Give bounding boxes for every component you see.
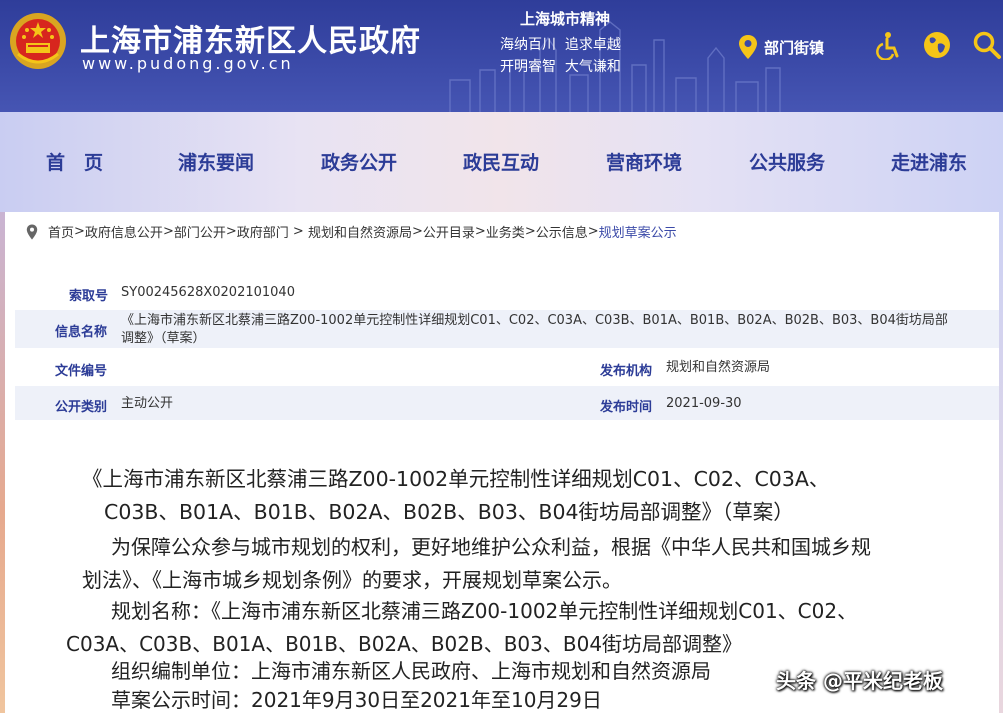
breadcrumb-separator: > bbox=[587, 224, 599, 239]
spirit-line-1: 海纳百川 追求卓越 bbox=[500, 37, 621, 53]
document-number-label: 文件编号 bbox=[55, 364, 108, 379]
article-title: 《上海市浦东新区北蔡浦三路Z00-1002单元控制性详细规划C01、C02、C0… bbox=[82, 463, 942, 529]
breadcrumb-business-type[interactable]: 业务类 bbox=[486, 222, 525, 241]
disclosure-category-value: 主动公开 bbox=[121, 396, 174, 411]
nav-item-public-service[interactable]: 公共服务 bbox=[749, 148, 825, 175]
article-title-line-2: C03B、B01A、B01B、B02A、B02B、B03、B04街坊局部调整》（… bbox=[104, 500, 794, 524]
breadcrumb-separator: > bbox=[524, 224, 536, 239]
article-title-line-1: 《上海市浦东新区北蔡浦三路Z00-1002单元控制性详细规划C01、C02、C0… bbox=[82, 467, 830, 491]
nav-item-business-env[interactable]: 营商环境 bbox=[606, 148, 682, 175]
right-decoration bbox=[999, 212, 1003, 713]
breadcrumb-dept-disclosure[interactable]: 部门公开 bbox=[174, 222, 226, 241]
breadcrumb-notice-info[interactable]: 公示信息 bbox=[536, 222, 588, 241]
city-spirit-slogan: 上海城市精神 海纳百川 追求卓越 开明睿智 大气谦和 bbox=[500, 8, 630, 78]
nav-item-interaction[interactable]: 政民互动 bbox=[463, 148, 539, 175]
breadcrumb-separator: > bbox=[225, 224, 237, 239]
index-number-value: SY00245628X0202101040 bbox=[121, 285, 295, 300]
meta-row-docno: 文件编号 发布机构 规划和自然资源局 bbox=[15, 350, 999, 386]
spirit-line-2: 开明睿智 大气谦和 bbox=[500, 59, 621, 75]
publisher-label: 发布机构 bbox=[600, 364, 653, 379]
info-name-value: 《上海市浦东新区北蔡浦三路Z00-1002单元控制性详细规划C01、C02、C0… bbox=[121, 312, 997, 348]
publish-date-label: 发布时间 bbox=[600, 400, 653, 415]
department-street-label: 部门街镇 bbox=[764, 38, 825, 57]
left-decoration bbox=[0, 212, 5, 713]
watermark-text: 头条 @平米纪老板 bbox=[776, 669, 943, 693]
globe-icon[interactable] bbox=[922, 30, 952, 60]
paragraph-purpose: 为保障公众参与城市规划的权利，更好地维护公众利益，根据《中华人民共和国城乡规 划… bbox=[82, 531, 971, 597]
breadcrumb-home[interactable]: 首页 bbox=[48, 222, 74, 241]
breadcrumb-separator: > bbox=[74, 224, 85, 239]
meta-row-index: 索取号 SY00245628X0202101040 bbox=[15, 276, 999, 310]
site-header: 上海市浦东新区人民政府 www.pudong.gov.cn 上海城市精神 海纳百… bbox=[0, 0, 1003, 112]
breadcrumb: 首页 > 政府信息公开 > 部门公开 > 政府部门 > 规划和自然资源局 > 公… bbox=[26, 222, 677, 241]
spirit-title: 上海城市精神 bbox=[519, 10, 610, 28]
meta-row-name: 信息名称 《上海市浦东新区北蔡浦三路Z00-1002单元控制性详细规划C01、C… bbox=[15, 310, 999, 350]
nav-item-government-affairs[interactable]: 政务公开 bbox=[321, 148, 397, 175]
info-metadata-table: 索取号 SY00245628X0202101040 信息名称 《上海市浦东新区北… bbox=[15, 276, 999, 422]
breadcrumb-gov-departments[interactable]: 政府部门 bbox=[237, 222, 289, 241]
nav-item-about-pudong[interactable]: 走进浦东 bbox=[891, 148, 967, 175]
search-icon[interactable] bbox=[972, 30, 1002, 60]
paragraph-plan-name: 规划名称：《上海市浦东新区北蔡浦三路Z00-1002单元控制性详细规划C01、C… bbox=[66, 595, 971, 661]
info-name-value-line-2: 调整》（草案） bbox=[121, 331, 206, 346]
paragraph-purpose-line-1: 为保障公众参与城市规划的权利，更好地维护公众利益，根据《中华人民共和国城乡规 bbox=[111, 535, 871, 559]
breadcrumb-current-page[interactable]: 规划草案公示 bbox=[599, 222, 677, 241]
paragraph-purpose-line-2: 划法》、《上海市城乡规划条例》的要求，开展规划草案公示。 bbox=[82, 568, 622, 592]
info-name-label: 信息名称 bbox=[55, 325, 108, 340]
breadcrumb-separator: > bbox=[474, 224, 486, 239]
paragraph-plan-name-line-1: 规划名称：《上海市浦东新区北蔡浦三路Z00-1002单元控制性详细规划C01、C… bbox=[111, 599, 858, 623]
info-name-value-line-1: 《上海市浦东新区北蔡浦三路Z00-1002单元控制性详细规划C01、C02、C0… bbox=[121, 313, 948, 328]
breadcrumb-planning-bureau[interactable]: 规划和自然资源局 bbox=[308, 222, 412, 241]
accessibility-icon[interactable] bbox=[872, 30, 902, 60]
location-pin-icon bbox=[739, 35, 757, 59]
breadcrumb-public-catalog[interactable]: 公开目录 bbox=[423, 222, 475, 241]
location-pin-icon bbox=[26, 224, 38, 239]
breadcrumb-separator: > bbox=[288, 224, 308, 239]
breadcrumb-separator: > bbox=[162, 224, 174, 239]
index-number-label: 索取号 bbox=[69, 289, 109, 304]
site-url: www.pudong.gov.cn bbox=[82, 54, 294, 73]
publish-date-value: 2021-09-30 bbox=[666, 396, 742, 411]
department-street-link[interactable]: 部门街镇 bbox=[738, 34, 824, 60]
national-emblem-icon bbox=[10, 13, 66, 69]
disclosure-category-label: 公开类别 bbox=[55, 400, 108, 415]
breadcrumb-separator: > bbox=[411, 224, 423, 239]
nav-item-home[interactable]: 首 页 bbox=[46, 148, 103, 175]
publisher-value: 规划和自然资源局 bbox=[666, 360, 771, 375]
main-nav: 首 页 浦东要闻 政务公开 政民互动 营商环境 公共服务 走进浦东 bbox=[0, 112, 1003, 212]
nav-item-pudong-news[interactable]: 浦东要闻 bbox=[178, 148, 254, 175]
meta-row-category: 公开类别 主动公开 发布时间 2021-09-30 bbox=[15, 386, 999, 422]
breadcrumb-gov-info[interactable]: 政府信息公开 bbox=[85, 222, 163, 241]
